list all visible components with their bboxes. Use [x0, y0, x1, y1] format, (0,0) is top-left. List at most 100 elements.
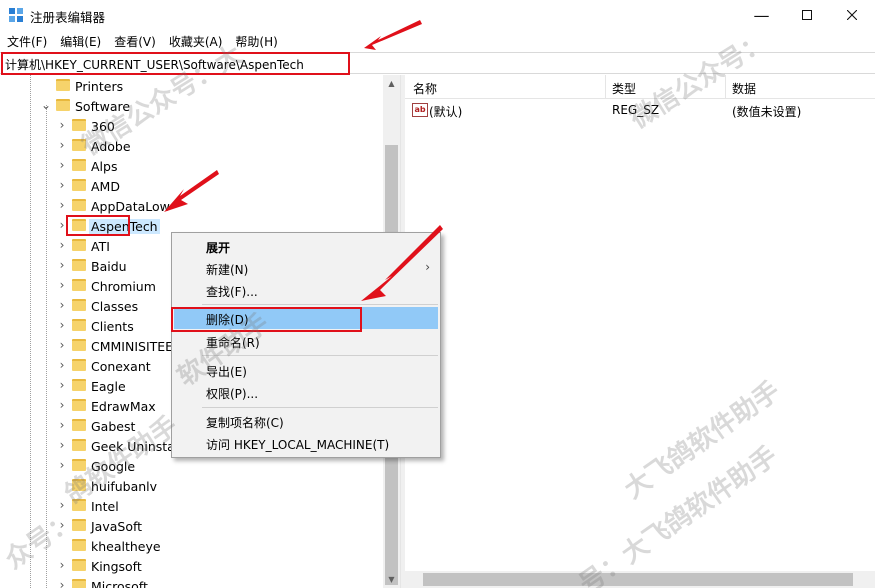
column-data[interactable]: 数据 [732, 80, 756, 97]
tree-item-label: ATI [91, 239, 110, 254]
tree-item-label: Chromium [91, 279, 156, 294]
scroll-up-icon[interactable]: ▲ [383, 75, 400, 92]
column-name[interactable]: 名称 [413, 80, 437, 97]
window-title: 注册表编辑器 [30, 10, 106, 25]
close-button[interactable] [829, 0, 874, 30]
menu-edit[interactable]: 编辑(E) [53, 30, 107, 51]
chevron-right-icon[interactable]: › [57, 338, 67, 352]
folder-icon [72, 539, 86, 551]
ctx-permissions[interactable]: 权限(P)... [174, 381, 438, 403]
value-list: 名称 类型 数据 ab (默认) REG_SZ (数值未设置) [405, 75, 875, 588]
folder-icon [72, 299, 86, 311]
tree-item-label: AMD [91, 179, 120, 194]
tree-item-label: Adobe [91, 139, 131, 154]
chevron-right-icon[interactable]: › [57, 238, 67, 252]
chevron-right-icon[interactable]: › [57, 218, 67, 232]
ctx-goto-hklm[interactable]: 访问 HKEY_LOCAL_MACHINE(T) [174, 432, 438, 454]
scroll-down-icon[interactable]: ▼ [383, 571, 400, 588]
tree-item-label: Geek Uninstal [91, 439, 179, 454]
tree-item-khealtheye[interactable]: khealtheye [0, 536, 383, 556]
ctx-label: 导出(E) [206, 365, 247, 379]
ctx-expand[interactable]: 展开 [174, 235, 438, 257]
chevron-right-icon[interactable]: › [57, 558, 67, 572]
menu-favorites[interactable]: 收藏夹(A) [162, 30, 229, 51]
chevron-right-icon[interactable]: › [57, 578, 67, 588]
ctx-delete[interactable]: 删除(D) [174, 307, 438, 329]
menu-view[interactable]: 查看(V) [107, 30, 162, 51]
chevron-right-icon[interactable]: › [57, 418, 67, 432]
tree-item-alps[interactable]: › Alps [0, 156, 383, 176]
folder-icon [72, 279, 86, 291]
tree-item-360[interactable]: › 360 [0, 116, 383, 136]
ctx-label: 重命名(R) [206, 336, 260, 350]
tree-item-label: AspenTech [89, 219, 160, 234]
chevron-right-icon[interactable]: › [57, 258, 67, 272]
maximize-button[interactable] [784, 0, 829, 30]
scroll-thumb[interactable] [423, 573, 853, 586]
chevron-right-icon[interactable]: › [57, 118, 67, 132]
chevron-down-icon[interactable]: ⌄ [41, 98, 51, 112]
chevron-right-icon[interactable]: › [57, 358, 67, 372]
column-type[interactable]: 类型 [612, 80, 636, 97]
folder-icon [72, 559, 86, 571]
tree-item-printers[interactable]: Printers [0, 76, 383, 96]
chevron-right-icon[interactable]: › [57, 438, 67, 452]
list-horizontal-scrollbar[interactable] [405, 571, 875, 588]
address-path[interactable]: 计算机\HKEY_CURRENT_USER\Software\AspenTech [5, 56, 304, 73]
tree-item-label: Conexant [91, 359, 151, 374]
chevron-right-icon[interactable]: › [57, 138, 67, 152]
ctx-separator [202, 407, 438, 408]
ctx-export[interactable]: 导出(E) [174, 359, 438, 381]
folder-icon [72, 519, 86, 531]
tree-item-label: Clients [91, 319, 134, 334]
folder-icon [72, 239, 86, 251]
minimize-button[interactable]: — [739, 0, 784, 30]
tree-item-label: Software [75, 99, 131, 114]
tree-item-label: CMMINISITEE [91, 339, 174, 354]
tree-item-google[interactable]: › Google [0, 456, 383, 476]
tree-item-javasoft[interactable]: › JavaSoft [0, 516, 383, 536]
chevron-right-icon[interactable]: › [57, 158, 67, 172]
ctx-find[interactable]: 查找(F)... [174, 279, 438, 301]
tree-item-amd[interactable]: › AMD [0, 176, 383, 196]
list-row[interactable]: ab (默认) REG_SZ (数值未设置) [405, 100, 875, 120]
folder-icon [72, 379, 86, 391]
tree-item-huifubanlv[interactable]: huifubanlv [0, 476, 383, 496]
chevron-right-icon[interactable]: › [57, 278, 67, 292]
chevron-right-icon[interactable]: › [57, 318, 67, 332]
folder-icon [56, 79, 70, 91]
ctx-copy-key-name[interactable]: 复制项名称(C) [174, 410, 438, 432]
chevron-right-icon[interactable]: › [57, 378, 67, 392]
folder-icon [72, 319, 86, 331]
chevron-right-icon[interactable]: › [57, 398, 67, 412]
tree-item-appdatalow[interactable]: › AppDataLow [0, 196, 383, 216]
tree-item-intel[interactable]: › Intel [0, 496, 383, 516]
folder-icon [72, 419, 86, 431]
tree-item-microsoft[interactable]: › Microsoft [0, 576, 383, 588]
value-name: (默认) [429, 105, 463, 119]
chevron-right-icon[interactable]: › [57, 518, 67, 532]
menu-file[interactable]: 文件(F) [0, 30, 53, 51]
chevron-right-icon[interactable]: › [57, 458, 67, 472]
chevron-right-icon[interactable]: › [57, 178, 67, 192]
chevron-right-icon[interactable]: › [57, 498, 67, 512]
ctx-new[interactable]: 新建(N) › [174, 257, 438, 279]
column-divider [725, 75, 726, 99]
address-bar[interactable]: 计算机\HKEY_CURRENT_USER\Software\AspenTech [0, 52, 875, 74]
tree-item-adobe[interactable]: › Adobe [0, 136, 383, 156]
ctx-separator [202, 304, 438, 305]
menu-help[interactable]: 帮助(H) [228, 30, 283, 51]
chevron-right-icon[interactable]: › [57, 298, 67, 312]
ctx-label: 访问 HKEY_LOCAL_MACHINE(T) [206, 438, 390, 452]
tree-item-label: Printers [75, 79, 124, 94]
tree-item-kingsoft[interactable]: › Kingsoft [0, 556, 383, 576]
tree-item-label: Eagle [91, 379, 126, 394]
column-divider [605, 75, 606, 99]
tree-item-software[interactable]: ⌄ Software [0, 96, 383, 116]
folder-icon [56, 99, 70, 111]
folder-icon [72, 339, 86, 351]
chevron-right-icon[interactable]: › [57, 198, 67, 212]
ctx-rename[interactable]: 重命名(R) [174, 330, 438, 352]
tree-item-label: Alps [91, 159, 118, 174]
chevron-right-icon: › [425, 260, 430, 274]
